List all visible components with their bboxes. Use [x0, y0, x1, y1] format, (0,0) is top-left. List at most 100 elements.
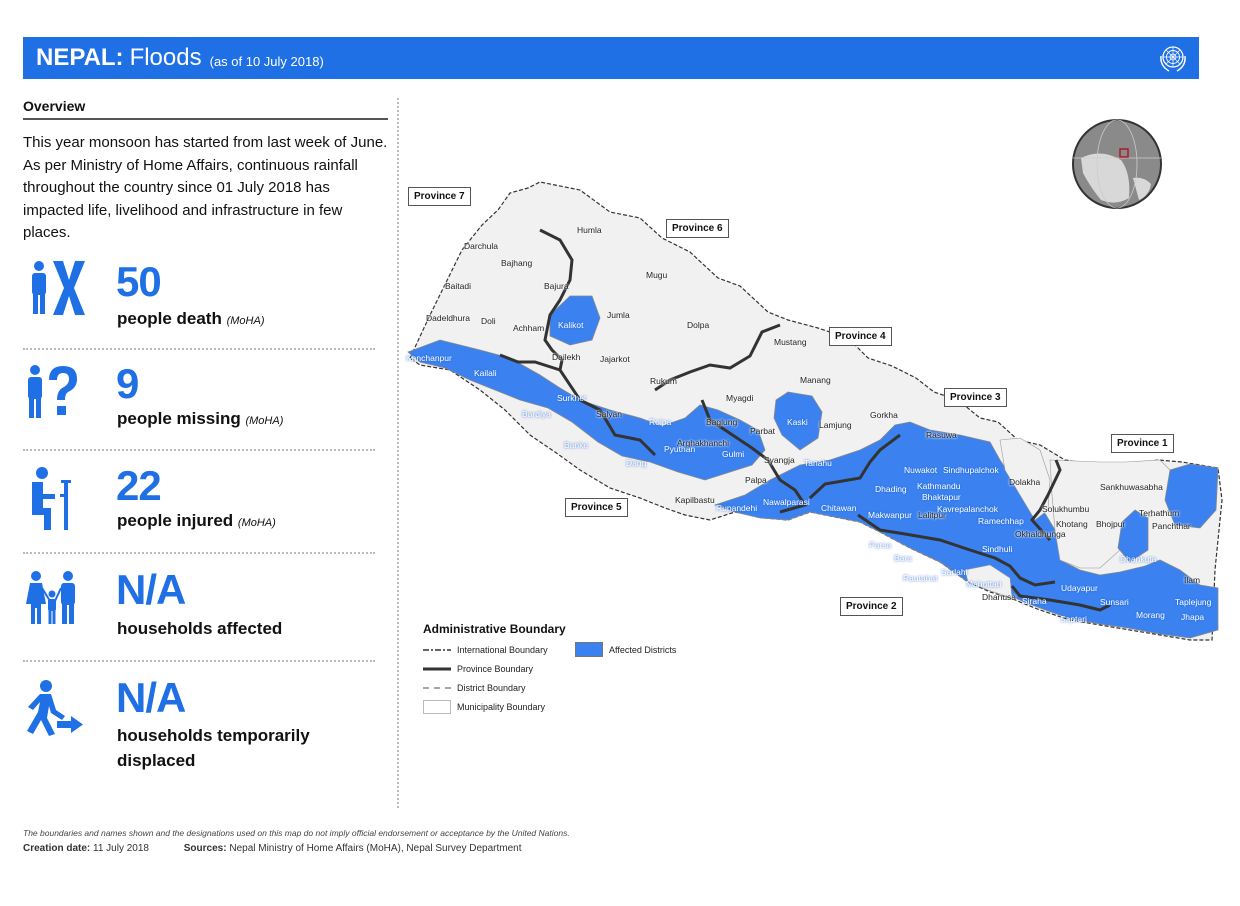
district-label: Humla: [577, 225, 602, 235]
district-label-affected: Rautahat: [903, 573, 938, 583]
affected-districts-swatch: [575, 642, 603, 657]
district-label-affected: Chitawan: [821, 503, 857, 513]
sources-label: Sources:: [183, 843, 227, 854]
person-dead-icon: [32, 261, 85, 315]
legend-item-district: District Boundary: [423, 678, 723, 697]
district-label: Terhathum: [1139, 508, 1180, 518]
province-3-label: Province 3: [944, 388, 1007, 407]
legend-item-province: Province Boundary: [423, 659, 723, 678]
district-label-affected: Kanchanpur: [406, 353, 452, 363]
district-label: Dadeldhura: [426, 313, 470, 323]
district-label-affected: Rupandehi: [716, 503, 758, 513]
district-label: Mustang: [774, 337, 807, 347]
stat-deaths-label: people death (MoHA): [117, 309, 265, 328]
stat-missing-source: (MoHA): [245, 415, 284, 427]
province-7-label: Province 7: [408, 187, 471, 206]
district-label-affected: Kaski: [787, 417, 808, 427]
stat-injured: 22 people injured (MoHA): [23, 462, 375, 552]
district-label: Baitadi: [445, 281, 471, 291]
map-legend: Administrative Boundary International Bo…: [423, 622, 723, 716]
district-label: Achham: [513, 323, 545, 333]
international-boundary-symbol: [423, 648, 451, 651]
district-label-affected: Taplejung: [1175, 597, 1212, 607]
legend-item-international: International Boundary: [423, 640, 723, 659]
district-label-affected: Sarlahi: [941, 567, 968, 577]
district-label: Okhaldhunga: [1015, 529, 1066, 539]
district-label: Myagdi: [726, 393, 754, 403]
district-label-affected: Saptari: [1060, 614, 1087, 624]
district-label: Dhanusa: [982, 592, 1017, 602]
district-label-affected: Nuwakot: [904, 465, 938, 475]
family-icon: [26, 571, 75, 624]
district-label-affected: Bhaktapur: [922, 492, 961, 502]
un-emblem-icon: [1160, 46, 1186, 72]
district-label: Parbat: [750, 426, 776, 436]
district-label-affected: Nawalparasi: [763, 497, 810, 507]
stat-missing-value: 9: [116, 360, 139, 407]
stat-deaths: 50 people death (MoHA): [23, 258, 375, 348]
footer-meta: Creation date: 11 July 2018 Sources: Nep…: [23, 843, 570, 854]
district-label: Kapilbastu: [675, 495, 715, 505]
district-label-affected: Banke: [564, 440, 589, 450]
stat-separator: [23, 552, 375, 554]
district-label: Dailekh: [552, 352, 581, 362]
displaced-person-icon: [27, 680, 83, 736]
district-label-affected: Dhankuta: [1120, 554, 1157, 564]
title-country: NEPAL:: [36, 44, 124, 71]
stat-injured-value: 22: [116, 462, 162, 509]
disclaimer: The boundaries and names shown and the d…: [23, 828, 570, 838]
district-label: Palpa: [745, 475, 767, 485]
province-2-label: Province 2: [840, 597, 903, 616]
district-label-affected: Kavrepalanchok: [937, 504, 998, 514]
district-label: Jumla: [607, 310, 630, 320]
district-label: Syangja: [764, 455, 795, 465]
district-label: Bhojpur: [1096, 519, 1126, 529]
district-label: Dolakha: [1009, 477, 1041, 487]
district-label: Sankhuwasabha: [1100, 482, 1163, 492]
footer: The boundaries and names shown and the d…: [23, 828, 570, 854]
district-label: Bajhang: [501, 258, 533, 268]
district-boundary-symbol: [423, 686, 451, 689]
district-label-affected: Kailali: [474, 368, 497, 378]
district-label: Darchula: [464, 241, 499, 251]
district-label: Bajura: [544, 281, 569, 291]
district-label: Jajarkot: [600, 354, 630, 364]
district-label: Panchthar: [1152, 521, 1191, 531]
province-6-label: Province 6: [666, 219, 729, 238]
district-label-affected: Kalikot: [558, 320, 584, 330]
district-label: Dolpa: [687, 320, 710, 330]
district-label: Lamjung: [819, 420, 852, 430]
stat-deaths-value: 50: [116, 258, 162, 305]
district-label-affected: Sunsari: [1100, 597, 1129, 607]
municipality-boundary-symbol: [423, 699, 451, 714]
sources-value: Nepal Ministry of Home Affairs (MoHA), N…: [229, 843, 522, 854]
district-label: Ilam: [1184, 575, 1201, 585]
legend-title: Administrative Boundary: [423, 622, 566, 636]
stat-separator: [23, 660, 375, 662]
district-label-affected: Ramechhap: [978, 516, 1024, 526]
district-label-affected: Mahottari: [966, 579, 1002, 589]
overview-title: Overview: [23, 98, 388, 120]
stat-missing: 9 people missing (MoHA): [23, 360, 375, 450]
person-injured-icon: [32, 467, 71, 530]
district-label-affected: Tanahu: [804, 458, 832, 468]
district-label-affected: Parsa: [869, 540, 892, 550]
district-label-affected: Jhapa: [1181, 612, 1205, 622]
district-label-affected: Udayapur: [1061, 583, 1098, 593]
district-label: Rasuwa: [926, 430, 957, 440]
province-boundary-symbol: [423, 667, 451, 670]
province-4-label: Province 4: [829, 327, 892, 346]
district-label-affected: Pyuthan: [664, 444, 696, 454]
district-label-affected: Dang: [626, 458, 647, 468]
stat-households-displaced-label: households temporarily displaced: [117, 726, 310, 770]
stat-injured-source: (MoHA): [237, 517, 276, 529]
district-label-affected: Makwanpur: [868, 510, 912, 520]
district-label-affected: Rolpa: [649, 417, 672, 427]
district-label: Mugu: [646, 270, 668, 280]
district-label-affected: Bardiya: [522, 409, 551, 419]
district-label: Gorkha: [870, 410, 898, 420]
stat-households-affected: N/A households affected: [23, 566, 375, 658]
stat-injured-label: people injured (MoHA): [117, 511, 276, 530]
district-label-affected: Morang: [1136, 610, 1165, 620]
stat-separator: [23, 348, 375, 350]
